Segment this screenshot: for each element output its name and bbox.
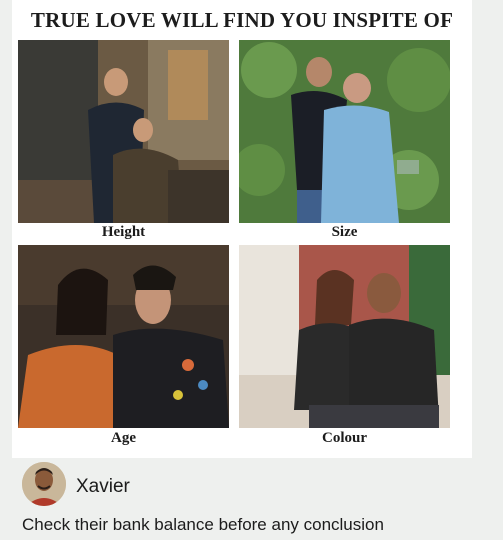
comment-author[interactable]: Xavier <box>76 476 130 498</box>
caption-size: Size <box>331 224 358 240</box>
photo-height-couple <box>18 40 229 223</box>
caption-height: Height <box>101 224 146 240</box>
photo-colour-couple <box>239 245 450 428</box>
meme-image: TRUE LOVE WILL FIND YOU INSPITE OF Heigh… <box>12 0 472 458</box>
photo-age-couple <box>18 245 229 428</box>
avatar-photo <box>22 462 66 506</box>
caption-age: Age <box>111 430 136 446</box>
comment-text: Check their bank balance before any conc… <box>22 515 384 534</box>
avatar[interactable] <box>22 462 66 506</box>
meme-title: TRUE LOVE WILL FIND YOU INSPITE OF <box>30 8 454 32</box>
caption-colour: Colour <box>322 430 367 446</box>
photo-size-couple <box>239 40 450 223</box>
